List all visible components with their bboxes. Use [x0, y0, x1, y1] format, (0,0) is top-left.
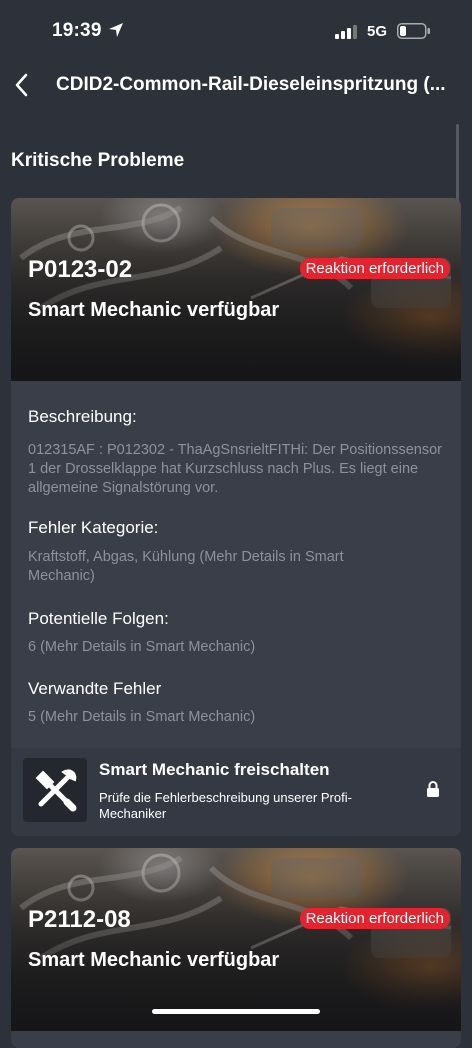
chevron-left-icon	[15, 73, 28, 97]
status-badge: Reaktion erforderlich	[299, 258, 450, 279]
lock-icon	[426, 781, 440, 802]
engine-image	[11, 198, 461, 381]
category-text: Kraftstoff, Abgas, Kühlung (Mehr Details…	[28, 549, 344, 584]
home-indicator[interactable]	[152, 1009, 320, 1014]
status-badge: Reaktion erforderlich	[299, 908, 450, 929]
tools-icon	[23, 758, 87, 822]
status-bar: 19:39 5G	[0, 0, 472, 60]
battery-icon	[397, 23, 431, 44]
unlock-subtitle: Prüfe die Fehlerbeschreibung unserer Pro…	[99, 790, 352, 821]
unlock-title: Smart Mechanic freischalten	[99, 760, 330, 779]
location-arrow-icon	[108, 22, 124, 43]
issue-card[interactable]: P2112-08 Reaktion erforderlich Smart Mec…	[11, 848, 461, 1048]
navigation-bar: CDID2-Common-Rail-Dieseleinspritzung (..…	[0, 60, 472, 110]
network-type: 5G	[367, 23, 388, 40]
consequences-text: 6 (Mehr Details in Smart Mechanic)	[28, 639, 256, 655]
issue-card[interactable]: P0123-02 Reaktion erforderlich Smart Mec…	[11, 198, 461, 836]
related-text: 5 (Mehr Details in Smart Mechanic)	[28, 709, 256, 725]
description-text: 012315AF : P012302 - ThaAgSnsrieltFITHi:…	[28, 442, 442, 496]
error-code: P0123-02	[28, 256, 133, 283]
status-time: 19:39	[52, 20, 102, 41]
engine-image	[11, 848, 461, 1031]
unlock-smart-mechanic-button[interactable]: Smart Mechanic freischalten Prüfe die Fe…	[11, 748, 461, 836]
error-code: P2112-08	[28, 906, 131, 933]
cellular-signal-icon	[335, 25, 357, 44]
card-subtitle: Smart Mechanic verfügbar	[28, 949, 280, 971]
description-label: Beschreibung:	[28, 407, 137, 426]
category-label: Fehler Kategorie:	[28, 518, 159, 537]
back-button[interactable]	[12, 70, 32, 100]
related-label: Verwandte Fehler	[28, 679, 162, 698]
page-title: CDID2-Common-Rail-Dieseleinspritzung (..…	[56, 74, 446, 95]
section-title: Kritische Probleme	[11, 150, 185, 171]
consequences-label: Potentielle Folgen:	[28, 609, 169, 628]
card-subtitle: Smart Mechanic verfügbar	[28, 299, 280, 321]
